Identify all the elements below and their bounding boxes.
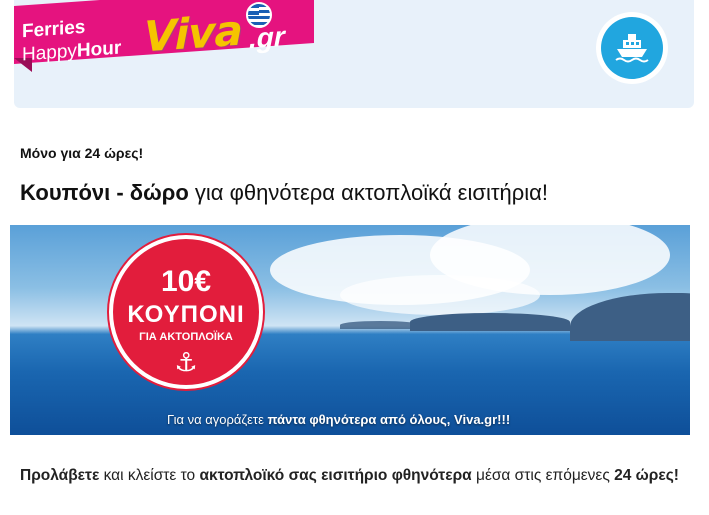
coupon-amount: 10€: [160, 265, 212, 298]
island-shape: [410, 313, 570, 331]
viva-logo[interactable]: Viva: [144, 6, 242, 62]
banner-caption-a: Για να αγοράζετε: [167, 412, 268, 427]
body-text-2: μέσα στις επόμενες: [471, 467, 615, 484]
cloud-shape: [340, 275, 540, 315]
body-bold-2: ακτοπλοϊκό σας εισιτήριο φθηνότερα: [199, 467, 472, 484]
banner-caption-b: πάντα φθηνότερα από όλους, Viva.gr!!!: [267, 412, 511, 427]
body-bold-3: 24 ώρες!: [614, 467, 679, 484]
coupon-word: ΚΟΥΠΟΝΙ: [127, 301, 245, 328]
kicker-text: Μόνο για 24 ώρες!: [20, 145, 144, 161]
greek-flag-icon: [246, 2, 272, 28]
body-text-1: και κλείστε το: [99, 467, 200, 484]
ship-icon: [601, 17, 663, 79]
brand-hour-word: Hour: [76, 37, 122, 62]
coupon-subtitle: ΓΙΑ ΑΚΤΟΠΛΟΪΚΑ: [139, 331, 233, 343]
brand-ferries-text: Ferries: [22, 16, 86, 43]
brand-happyhour-text: HappyHour: [22, 37, 122, 66]
headline: Κουπόνι - δώρο για φθηνότερα ακτοπλοϊκά …: [20, 180, 548, 206]
headline-rest: για φθηνότερα ακτοπλοϊκά εισιτήρια!: [188, 180, 548, 205]
banner-caption: Για να αγοράζετε πάντα φθηνότερα από όλο…: [167, 412, 510, 427]
coupon-badge: 10€ ΚΟΥΠΟΝΙ ΓΙΑ ΑΚΤΟΠΛΟΪΚΑ ⚓: [109, 235, 263, 389]
ship-badge[interactable]: [596, 12, 668, 84]
island-shape: [340, 321, 420, 329]
email-header: Ferries HappyHour Viva .gr: [14, 0, 694, 108]
body-paragraph: Προλάβετε και κλείστε το ακτοπλοϊκό σας …: [20, 463, 680, 488]
headline-bold: Κουπόνι - δώρο: [20, 180, 189, 205]
body-bold-1: Προλάβετε: [20, 467, 100, 484]
island-shape: [570, 293, 690, 341]
promo-banner[interactable]: 10€ ΚΟΥΠΟΝΙ ΓΙΑ ΑΚΤΟΠΛΟΪΚΑ ⚓ Για να αγορ…: [10, 225, 690, 435]
brand-happy-word: Happy: [22, 40, 77, 66]
anchor-icon: ⚓: [174, 347, 198, 377]
